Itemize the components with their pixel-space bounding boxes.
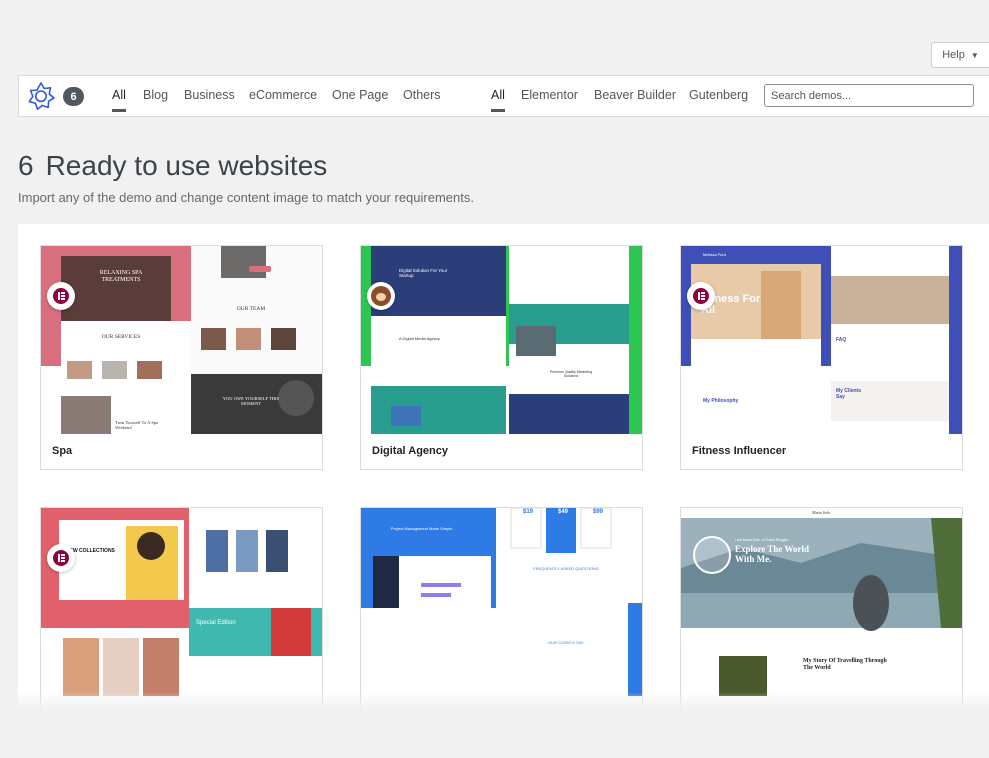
agency-subtitle: A Digital Media Agency [399,336,440,341]
demo-card-digital-agency[interactable]: Digital Solution For Your Startup A Digi… [360,245,643,470]
fitness-faq-heading: FAQ [836,337,847,343]
filter-category-ecommerce[interactable]: eCommerce [249,88,317,102]
spa-banner-text: YOU OWE YOURSELF THIS MOMENT [222,396,280,406]
spa-team-heading: OUR TEAM [236,306,266,312]
fitness-preview-graphic [681,246,962,434]
ecommerce-promo: Special Edition [196,620,236,626]
demo-thumbnail-project-management[interactable]: $19 $49 $99 Project Management Made Simp… [361,508,642,696]
fitness-philosophy-heading: My Philosophy [703,398,739,404]
demo-card-fitness-influencer[interactable]: Melissa Ford Fitness For All My Philosop… [680,245,963,470]
demo-card-travel-blog[interactable]: Maria Sola I am Maria Sola - A Travel Bl… [680,507,963,710]
grid-scroll-fade [18,692,989,710]
travel-kicker: I am Maria Sola - A Travel Blogger [735,538,789,542]
page-title: 6 Ready to use websites [18,150,327,182]
elementor-icon [693,288,709,304]
filter-builder-elementor[interactable]: Elementor [521,88,578,102]
demo-name: Digital Agency [372,445,448,457]
filter-category-one-page[interactable]: One Page [332,88,388,102]
fitness-clients-heading: My Clients Say [836,388,862,400]
help-label: Help [942,49,965,61]
demo-name: Fitness Influencer [692,445,787,457]
elementor-badge [47,544,75,572]
travel-logo-seal [693,536,731,574]
pm-faq-heading: FREQUENTLY ASKED QUESTIONS [533,566,599,571]
page-description: Import any of the demo and change conten… [18,190,474,205]
beaver-icon [371,286,391,306]
filter-builder-all[interactable]: All [491,88,505,112]
filter-bar: 6 All Blog Business eCommerce One Page O… [18,75,989,117]
caret-down-icon: ▼ [970,50,979,60]
ecommerce-hero-title: NEW COLLECTIONS [66,548,115,554]
filter-category-all[interactable]: All [112,88,126,112]
fitness-brand: Melissa Ford [703,252,726,257]
demo-thumbnail-spa[interactable]: RELAXING SPA TREATMENTS OUR SERVICES OUR… [41,246,322,434]
travel-story-heading: My Story Of Travelling Through The World [803,658,887,672]
demo-count-badge: 6 [63,87,84,106]
filter-builder-gutenberg[interactable]: Gutenberg [689,88,748,102]
price-pro: $49 [557,509,568,515]
agency-cta-text: Premium Quality Marketing Solutions [549,370,593,378]
spa-promo-text: Treat Yourself To A Spa Weekend [115,420,159,430]
demo-thumbnail-fitness-influencer[interactable]: Melissa Ford Fitness For All My Philosop… [681,246,962,434]
demo-grid: RELAXING SPA TREATMENTS OUR SERVICES OUR… [18,224,989,710]
elementor-badge [687,282,715,310]
pm-clients-heading: OUR CLIENTS SAY [548,640,584,645]
demo-card-ecommerce[interactable]: NEW COLLECTIONS Special Edition [40,507,323,710]
beaver-builder-badge [367,282,395,310]
help-button[interactable]: Help ▼ [931,42,989,68]
spa-services-heading: OUR SERVICES [101,334,141,340]
project-management-preview-graphic [361,508,642,696]
travel-hero-title: Explore The World With Me. [735,544,810,564]
demo-name: Spa [52,445,73,457]
elementor-badge [47,282,75,310]
filter-category-others[interactable]: Others [403,88,441,102]
demo-thumbnail-travel-blog[interactable]: Maria Sola I am Maria Sola - A Travel Bl… [681,508,962,696]
agency-hero-title: Digital Solution For Your Startup [399,268,448,279]
demo-card-spa[interactable]: RELAXING SPA TREATMENTS OUR SERVICES OUR… [40,245,323,470]
filter-builder-beaver-builder[interactable]: Beaver Builder [594,88,676,102]
elementor-icon [53,550,69,566]
page-title-count: 6 [18,150,34,181]
pm-hero-title: Project Management Made Simple [391,526,453,531]
page-title-text: Ready to use websites [45,150,328,181]
demo-card-project-management[interactable]: $19 $49 $99 Project Management Made Simp… [360,507,643,710]
elementor-icon [53,288,69,304]
travel-brand: Maria Sola [812,510,830,515]
demo-thumbnail-digital-agency[interactable]: Digital Solution For Your Startup A Digi… [361,246,642,434]
spa-hero-title: RELAXING SPA TREATMENTS [99,270,143,284]
filter-category-business[interactable]: Business [184,88,235,102]
filter-category-blog[interactable]: Blog [143,88,168,102]
starter-templates-logo-icon [28,82,55,110]
ecommerce-preview-graphic [41,508,322,696]
search-demos-input[interactable] [764,84,974,107]
price-business: $99 [592,509,603,515]
demo-thumbnail-ecommerce[interactable]: NEW COLLECTIONS Special Edition [41,508,322,696]
price-basic: $19 [522,509,533,515]
